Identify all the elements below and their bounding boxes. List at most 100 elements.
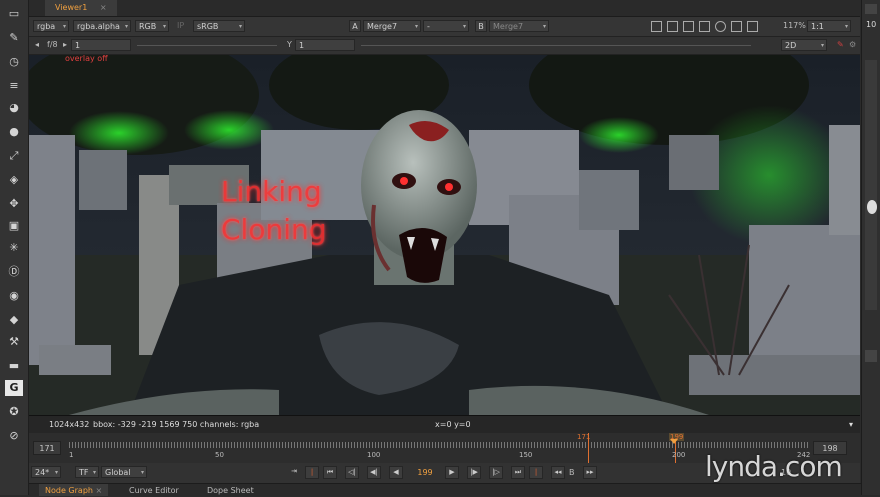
prev-frame-icon[interactable]: ◀| (367, 466, 381, 479)
color-wheel-icon[interactable]: ◕ (5, 100, 23, 116)
view-mode-dropdown[interactable]: 2D ▾ (781, 39, 827, 51)
settings-icon[interactable]: ⚙ (849, 39, 856, 51)
particles-icon[interactable]: ✳ (5, 240, 23, 256)
roi-icon[interactable] (651, 21, 662, 32)
prev-keyframe-icon[interactable]: ◁| (345, 466, 359, 479)
furnace-icon[interactable]: ✪ (5, 404, 23, 420)
viewer-controls-row2: ◂ f/8 ▸ 1 Y 1 2D ▾ ✎ ⚙ (29, 37, 860, 55)
toolsets-icon[interactable]: ⚒ (5, 334, 23, 350)
input-b-dropdown[interactable]: Merge7 ▾ (489, 20, 549, 32)
tick-150: 150 (519, 451, 533, 459)
deep-icon[interactable]: Ⓓ (5, 264, 23, 280)
tab-node-graph[interactable]: Node Graph × (39, 484, 109, 496)
fps-dropdown[interactable]: 24* ▾ (31, 466, 61, 478)
right-properties-panel: 10 (861, 0, 880, 495)
viewer-image (29, 55, 860, 415)
gain-arrow-right-icon[interactable]: ▸ (63, 39, 67, 51)
viewer-tabbar: Viewer1 × (29, 0, 860, 17)
overlay-status-label: overlay off (65, 55, 108, 63)
overlay-line-cloning: Cloning (221, 213, 327, 246)
out-point-button[interactable]: | (529, 466, 543, 479)
overlay-line-linking: Linking (221, 175, 322, 208)
scroll-up-icon[interactable] (865, 4, 877, 14)
pen-icon[interactable]: ✎ (837, 39, 844, 51)
next-keyframe-icon[interactable]: |▷ (489, 466, 503, 479)
timeline-ruler[interactable] (69, 442, 809, 448)
colorspace-dropdown[interactable]: sRGB ▾ (193, 20, 245, 32)
channels-dropdown[interactable]: rgba ▾ (33, 20, 69, 32)
in-point-button[interactable]: | (305, 466, 319, 479)
scope-dropdown[interactable]: Global ▾ (101, 466, 147, 478)
next-frame-icon[interactable]: |▶ (467, 466, 481, 479)
other-icon[interactable]: ▬ (5, 358, 23, 374)
right-scrollbar[interactable] (865, 60, 877, 310)
input-a-label: A (349, 20, 361, 32)
playback-mode-icon[interactable]: ⇥ (287, 466, 301, 479)
transform-icon[interactable]: ✥ (5, 196, 23, 212)
input-a-dropdown[interactable]: Merge7 ▾ (363, 20, 421, 32)
in-point-label: 171 (577, 433, 591, 441)
playhead-icon[interactable] (670, 439, 678, 444)
pause-icon[interactable] (731, 21, 742, 32)
gamma-slider[interactable] (361, 45, 751, 46)
first-frame-icon[interactable]: ⏮ (323, 466, 337, 479)
gain-arrow-icon[interactable]: ◂ (35, 39, 39, 51)
current-frame-field[interactable]: 199 (413, 467, 437, 479)
overlay-text: Linking Cloning (221, 173, 327, 249)
keyer-icon[interactable]: ⤢ (5, 148, 23, 164)
views-icon[interactable]: ◉ (5, 288, 23, 304)
tick-200: 200 (672, 451, 686, 459)
last-frame-icon[interactable]: ⏭ (511, 466, 525, 479)
zoom-ratio-dropdown[interactable]: 1:1 ▾ (807, 20, 851, 32)
3d-cube-icon[interactable]: ▣ (5, 218, 23, 234)
viewer-icon[interactable]: ▭ (5, 6, 23, 22)
viewer-tab[interactable]: Viewer1 × (45, 0, 117, 16)
fstop-label: f/8 (47, 40, 58, 49)
right-panel-number[interactable]: 10 (866, 20, 876, 29)
gain-field[interactable]: 1 (71, 39, 131, 51)
tab-curve-editor[interactable]: Curve Editor (123, 484, 185, 496)
skip-value[interactable]: B (569, 467, 575, 479)
filter-icon[interactable]: ● (5, 124, 23, 140)
compare-operation-dropdown[interactable]: - ▾ (423, 20, 469, 32)
channel-icon[interactable]: ≡ (5, 78, 23, 94)
close-icon[interactable]: × (100, 3, 107, 12)
tick-100: 100 (367, 451, 381, 459)
gamma-y-label: Y (287, 40, 292, 49)
ip-label[interactable]: IP (177, 20, 184, 32)
tf-dropdown[interactable]: TF ▾ (75, 466, 99, 478)
start-frame-field[interactable]: 171 (33, 441, 61, 455)
clipping-icon[interactable] (667, 21, 678, 32)
play-forward-icon[interactable]: ▶ (445, 466, 459, 479)
gizmo-g-icon[interactable]: G (5, 380, 23, 396)
metadata-icon[interactable]: ◆ (5, 312, 23, 328)
color-mode-dropdown[interactable]: RGB ▾ (135, 20, 169, 32)
gamma-field[interactable]: 1 (295, 39, 355, 51)
info-expand-icon[interactable]: ▾ (849, 416, 853, 433)
tick-50: 50 (215, 451, 224, 459)
viewer-canvas[interactable]: overlay off Linking Cloning (29, 55, 860, 415)
merge-icon[interactable]: ◈ (5, 172, 23, 188)
gain-slider[interactable] (137, 45, 277, 46)
lock-icon[interactable] (747, 21, 758, 32)
render-icon[interactable] (699, 21, 710, 32)
ofx-icon[interactable]: ⊘ (5, 428, 23, 444)
tab-dope-sheet[interactable]: Dope Sheet (201, 484, 260, 496)
nuke-logo-icon (867, 200, 877, 214)
right-panel-button[interactable] (865, 350, 877, 362)
refresh-icon[interactable] (715, 21, 726, 32)
lynda-watermark: lynda.com (705, 450, 843, 483)
skip-back-icon[interactable]: ◂◂ (551, 466, 565, 479)
tick-1: 1 (69, 451, 74, 459)
proxy-icon[interactable] (683, 21, 694, 32)
skip-forward-icon[interactable]: ▸▸ (583, 466, 597, 479)
format-readout: 1024x432 (49, 420, 90, 429)
viewer-info-bar: 1024x432 bbox: -329 -219 1569 750 channe… (29, 415, 860, 433)
zoom-percent[interactable]: 117% (783, 20, 806, 32)
play-backward-icon[interactable]: ◀ (389, 466, 403, 479)
left-toolbar: ▭ ✎ ◷ ≡ ◕ ● ⤢ ◈ ✥ ▣ ✳ Ⓓ ◉ ◆ ⚒ ▬ G ✪ ⊘ (0, 0, 29, 495)
clock-icon[interactable]: ◷ (5, 54, 23, 70)
alpha-channel-dropdown[interactable]: rgba.alpha ▾ (73, 20, 131, 32)
viewer-tab-label: Viewer1 (55, 3, 88, 12)
paint-brush-icon[interactable]: ✎ (5, 30, 23, 46)
